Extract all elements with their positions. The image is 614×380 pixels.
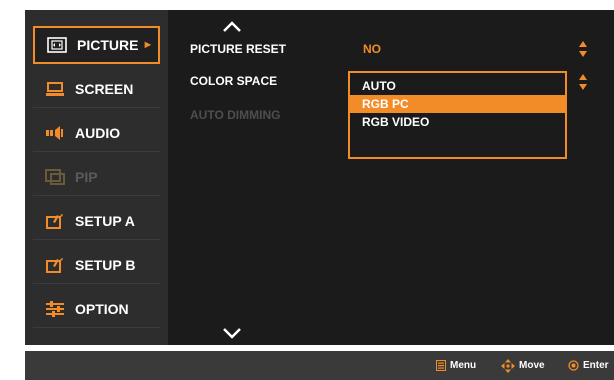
move-icon bbox=[501, 358, 515, 373]
screen-icon bbox=[45, 81, 65, 97]
sidebar-item-label: PICTURE bbox=[77, 37, 139, 53]
option-rgb-pc[interactable]: RGB PC bbox=[350, 95, 565, 113]
submenu-arrow-icon: ► bbox=[142, 39, 154, 51]
footer-hint-bar: Menu Move Enter bbox=[25, 351, 614, 380]
menu-hint-label: Menu bbox=[450, 360, 477, 371]
sidebar-item-setup-b[interactable]: SETUP B bbox=[33, 246, 160, 284]
enter-hint-label: Enter bbox=[583, 360, 609, 371]
sidebar-item-pip[interactable]: PIP bbox=[33, 158, 160, 196]
osd-menu-frame: PICTURE ► SCREEN AUDIO PIP SETUP A SETUP… bbox=[25, 10, 614, 345]
audio-icon bbox=[45, 125, 65, 141]
sliders-icon bbox=[45, 300, 65, 317]
up-down-arrow-icon[interactable] bbox=[578, 40, 588, 58]
sidebar-item-label: SCREEN bbox=[75, 80, 134, 97]
sidebar-item-label: AUDIO bbox=[75, 124, 121, 141]
sidebar-item-audio[interactable]: AUDIO bbox=[33, 114, 160, 152]
settings-panel: PICTURE RESET NO COLOR SPACE AUTO DIMMIN… bbox=[168, 10, 614, 345]
picture-reset-label[interactable]: PICTURE RESET bbox=[190, 42, 286, 56]
color-space-dropdown[interactable]: AUTO RGB PC RGB VIDEO bbox=[348, 71, 567, 159]
picture-reset-value[interactable]: NO bbox=[363, 42, 381, 56]
menu-icon bbox=[436, 360, 446, 371]
sidebar-item-label: OPTION bbox=[75, 300, 129, 317]
pip-icon bbox=[45, 168, 65, 185]
move-hint-label: Move bbox=[519, 360, 545, 371]
scroll-down-icon[interactable] bbox=[220, 326, 244, 340]
option-auto[interactable]: AUTO bbox=[350, 77, 565, 95]
enter-hint: Enter bbox=[568, 351, 609, 380]
menu-hint: Menu bbox=[436, 351, 476, 380]
sidebar-item-label: SETUP B bbox=[75, 256, 136, 273]
sidebar: PICTURE ► SCREEN AUDIO PIP SETUP A SETUP… bbox=[25, 10, 168, 345]
scroll-up-icon[interactable] bbox=[220, 20, 244, 34]
up-down-arrow-icon[interactable] bbox=[578, 73, 588, 91]
sidebar-item-picture[interactable]: PICTURE ► bbox=[33, 26, 160, 64]
picture-icon bbox=[47, 37, 67, 53]
color-space-label[interactable]: COLOR SPACE bbox=[190, 74, 277, 88]
sidebar-item-label: PIP bbox=[75, 168, 98, 185]
enter-icon bbox=[568, 360, 579, 371]
sidebar-item-label: SETUP A bbox=[75, 212, 135, 229]
sidebar-item-option[interactable]: OPTION bbox=[33, 290, 160, 328]
move-hint: Move bbox=[501, 351, 545, 380]
auto-dimming-label: AUTO DIMMING bbox=[190, 108, 281, 122]
setup-icon bbox=[45, 257, 65, 273]
sidebar-item-screen[interactable]: SCREEN bbox=[33, 70, 160, 108]
option-rgb-video[interactable]: RGB VIDEO bbox=[350, 113, 565, 131]
sidebar-item-setup-a[interactable]: SETUP A bbox=[33, 202, 160, 240]
setup-icon bbox=[45, 213, 65, 229]
